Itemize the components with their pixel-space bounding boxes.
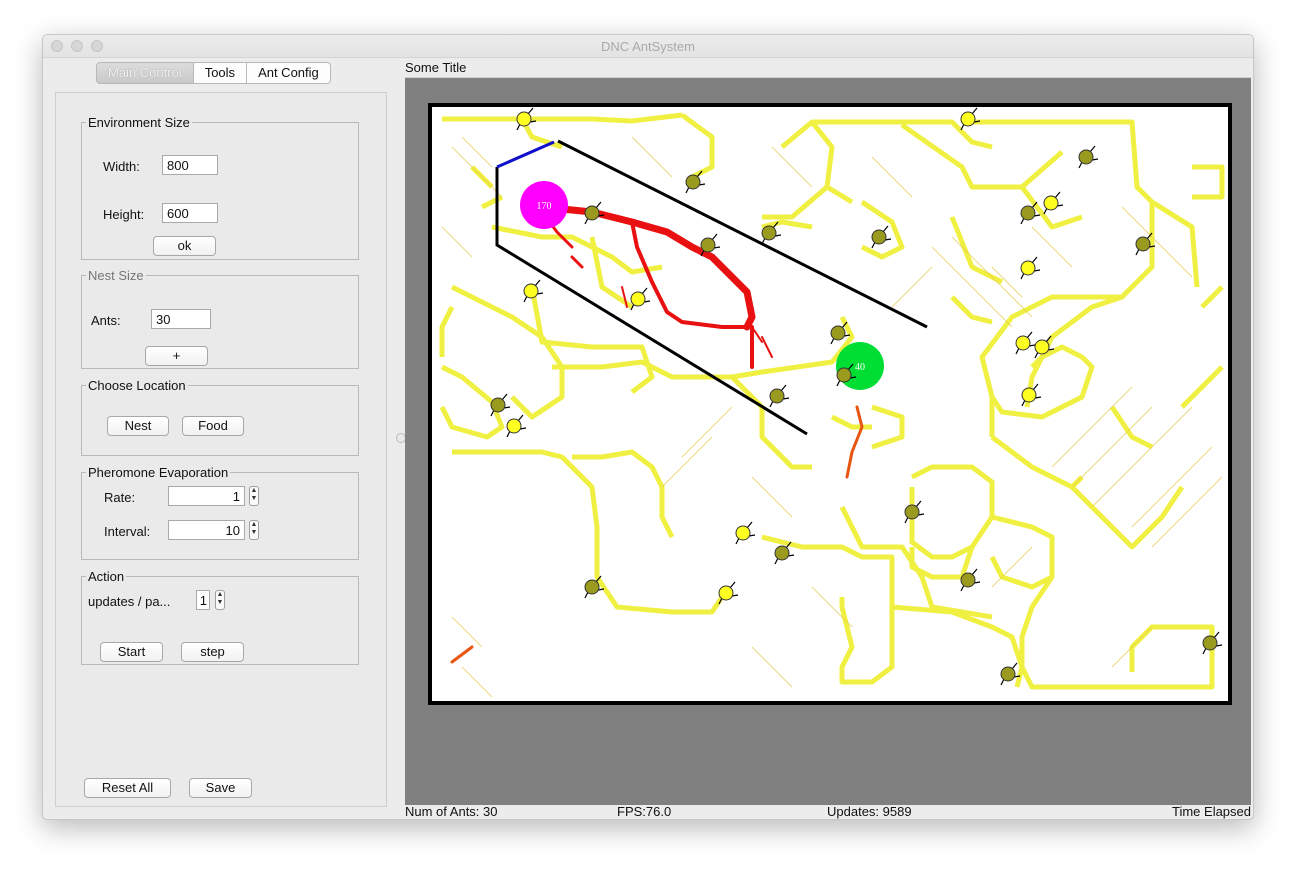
time-elapsed-status: Time Elapsed [1172,804,1251,819]
updates-stepper[interactable]: ▲ ▼ [215,590,225,610]
ants-input[interactable]: 30 [151,309,211,329]
interval-input[interactable]: 10 [168,520,245,540]
ants-layer [490,107,1223,686]
ant-body [774,545,790,561]
ant [506,414,527,438]
updates-status: Updates: 9589 [827,804,912,819]
tab-tools[interactable]: Tools [193,62,248,84]
ant-body [685,174,701,190]
reset-all-button[interactable]: Reset All [84,778,171,798]
ant-body [904,504,920,520]
ant-body [584,205,600,221]
window-title: DNC AntSystem [601,39,695,54]
ant-body [700,237,716,253]
ant-body [871,229,887,245]
ant-body [960,572,976,588]
ant [960,107,981,131]
ant-body [718,585,734,601]
ant [769,384,790,408]
tab-ant-config[interactable]: Ant Config [247,62,331,84]
title-bar: DNC AntSystem [43,35,1253,58]
ant-body [735,525,751,541]
app-window: DNC AntSystem Main Control Tools Ant Con… [42,34,1254,820]
ant-body [1021,387,1037,403]
pheromone-evaporation-group: Pheromone Evaporation [81,465,359,560]
ant-body [1020,205,1036,221]
ok-button[interactable]: ok [153,236,216,256]
width-label: Width: [103,159,140,174]
rate-stepper[interactable]: ▲ ▼ [249,486,259,506]
nest-size-legend: Nest Size [88,268,144,283]
ant-body [836,367,852,383]
simulation-panel: Some Title 170 40 Num of Ants: 30 FPS:76… [405,59,1251,819]
ant-body [506,418,522,434]
ant [735,521,756,545]
ant [1015,331,1036,355]
ant [1020,256,1041,280]
num-ants-status: Num of Ants: 30 [405,804,498,819]
pheromone-evaporation-legend: Pheromone Evaporation [88,465,229,480]
updates-label: updates / pa... [88,594,171,609]
updates-input[interactable]: 1 [196,590,210,610]
ant-body [516,111,532,127]
ant [1043,191,1064,215]
ant-body [490,397,506,413]
blue-wall-segment [496,140,555,169]
interval-label: Interval: [104,524,151,539]
simulation-arena[interactable]: 170 40 [428,103,1232,705]
ant-body [1135,236,1151,252]
ant-body [761,225,777,241]
ant-body [1078,149,1094,165]
ant-body [523,283,539,299]
ant-body [1034,339,1050,355]
strong-trails [450,203,864,664]
ant-body [1043,195,1059,211]
ant-body [1000,666,1016,682]
ant-body [584,579,600,595]
canvas-background: 170 40 [405,77,1251,805]
step-button[interactable]: step [181,642,244,662]
ant [871,225,892,249]
tab-bar: Main Control Tools Ant Config [96,62,331,84]
ant-body [960,111,976,127]
ant-body [1020,260,1036,276]
nest-location-button[interactable]: Nest [107,416,169,436]
ant-body [1202,635,1218,651]
rate-label: Rate: [104,490,136,505]
food-location-button[interactable]: Food [182,416,244,436]
nest-count: 170 [537,201,552,212]
ant-body [630,291,646,307]
save-button[interactable]: Save [189,778,252,798]
rate-input[interactable]: 1 [168,486,245,506]
height-label: Height: [103,207,145,222]
ant-body [769,388,785,404]
add-ants-button[interactable]: + [145,346,208,366]
food-count: 40 [855,362,865,373]
status-bar: Num of Ants: 30 FPS:76.0 Updates: 9589 T… [405,804,1251,819]
nest-size-group: Nest Size [81,268,359,369]
ant [630,287,651,311]
environment-size-legend: Environment Size [88,115,190,130]
ant-body [1015,335,1031,351]
width-input[interactable]: 800 [162,155,218,175]
action-legend: Action [88,569,125,584]
main-control-pane: Environment Size Width: 800 Height: 600 … [55,92,387,807]
choose-location-legend: Choose Location [88,378,186,393]
ant [1078,145,1099,169]
ants-label: Ants: [91,313,121,328]
canvas-title: Some Title [405,60,467,75]
ant-body [830,325,846,341]
start-button[interactable]: Start [100,642,163,662]
interval-stepper[interactable]: ▲ ▼ [249,520,259,540]
fps-status: FPS:76.0 [617,804,672,819]
arena-svg: 170 40 [439,107,1225,698]
height-input[interactable]: 600 [162,203,218,223]
tab-main-control[interactable]: Main Control [96,62,194,84]
environment-size-group: Environment Size [81,115,359,260]
